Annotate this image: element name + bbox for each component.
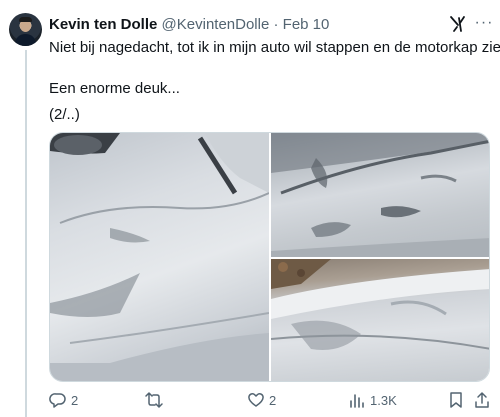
avatar-hair bbox=[19, 17, 32, 22]
views-button[interactable]: 1.3K bbox=[348, 389, 397, 411]
tweet-date[interactable]: Feb 10 bbox=[283, 16, 330, 33]
author-name[interactable]: Kevin ten Dolle bbox=[49, 16, 157, 33]
separator-dot: · bbox=[273, 16, 279, 33]
views-icon bbox=[350, 394, 364, 408]
bookmark-button[interactable] bbox=[447, 389, 465, 411]
bookmark-icon bbox=[450, 392, 462, 408]
like-button[interactable]: 2 bbox=[247, 389, 276, 411]
reply-count: 2 bbox=[71, 392, 79, 408]
author-handle[interactable]: @KevintenDolle bbox=[162, 16, 270, 33]
views-count: 1.3K bbox=[370, 392, 397, 408]
tweet-header: Kevin ten Dolle @KevintenDolle · Feb 10 bbox=[49, 16, 329, 34]
reply-icon bbox=[49, 393, 66, 408]
retweet-icon bbox=[145, 392, 163, 408]
share-button[interactable] bbox=[473, 389, 491, 411]
tweet-text-line-1: Niet bij nagedacht, tot ik in mijn auto … bbox=[49, 39, 500, 56]
avatar-shirt bbox=[15, 34, 36, 46]
tweet-text-line-2: Een enorme deuk... bbox=[49, 80, 180, 97]
tweet-text-line-3: (2/..) bbox=[49, 106, 80, 123]
photo-hood-dent-2[interactable] bbox=[271, 133, 489, 257]
share-icon bbox=[475, 392, 489, 408]
more-icon[interactable]: ··· bbox=[474, 13, 494, 33]
retweet-button[interactable] bbox=[145, 389, 167, 411]
media-grid bbox=[49, 132, 490, 382]
reply-button[interactable]: 2 bbox=[49, 389, 78, 411]
thread-line bbox=[25, 50, 27, 417]
photo-hood-dent-1[interactable] bbox=[50, 133, 269, 381]
photo-hood-dent-3[interactable] bbox=[271, 259, 489, 381]
avatar[interactable] bbox=[9, 13, 42, 46]
like-icon bbox=[248, 393, 264, 407]
grok-icon[interactable] bbox=[449, 15, 467, 33]
action-bar: 2 2 1.3K bbox=[49, 389, 489, 411]
like-count: 2 bbox=[269, 392, 277, 408]
